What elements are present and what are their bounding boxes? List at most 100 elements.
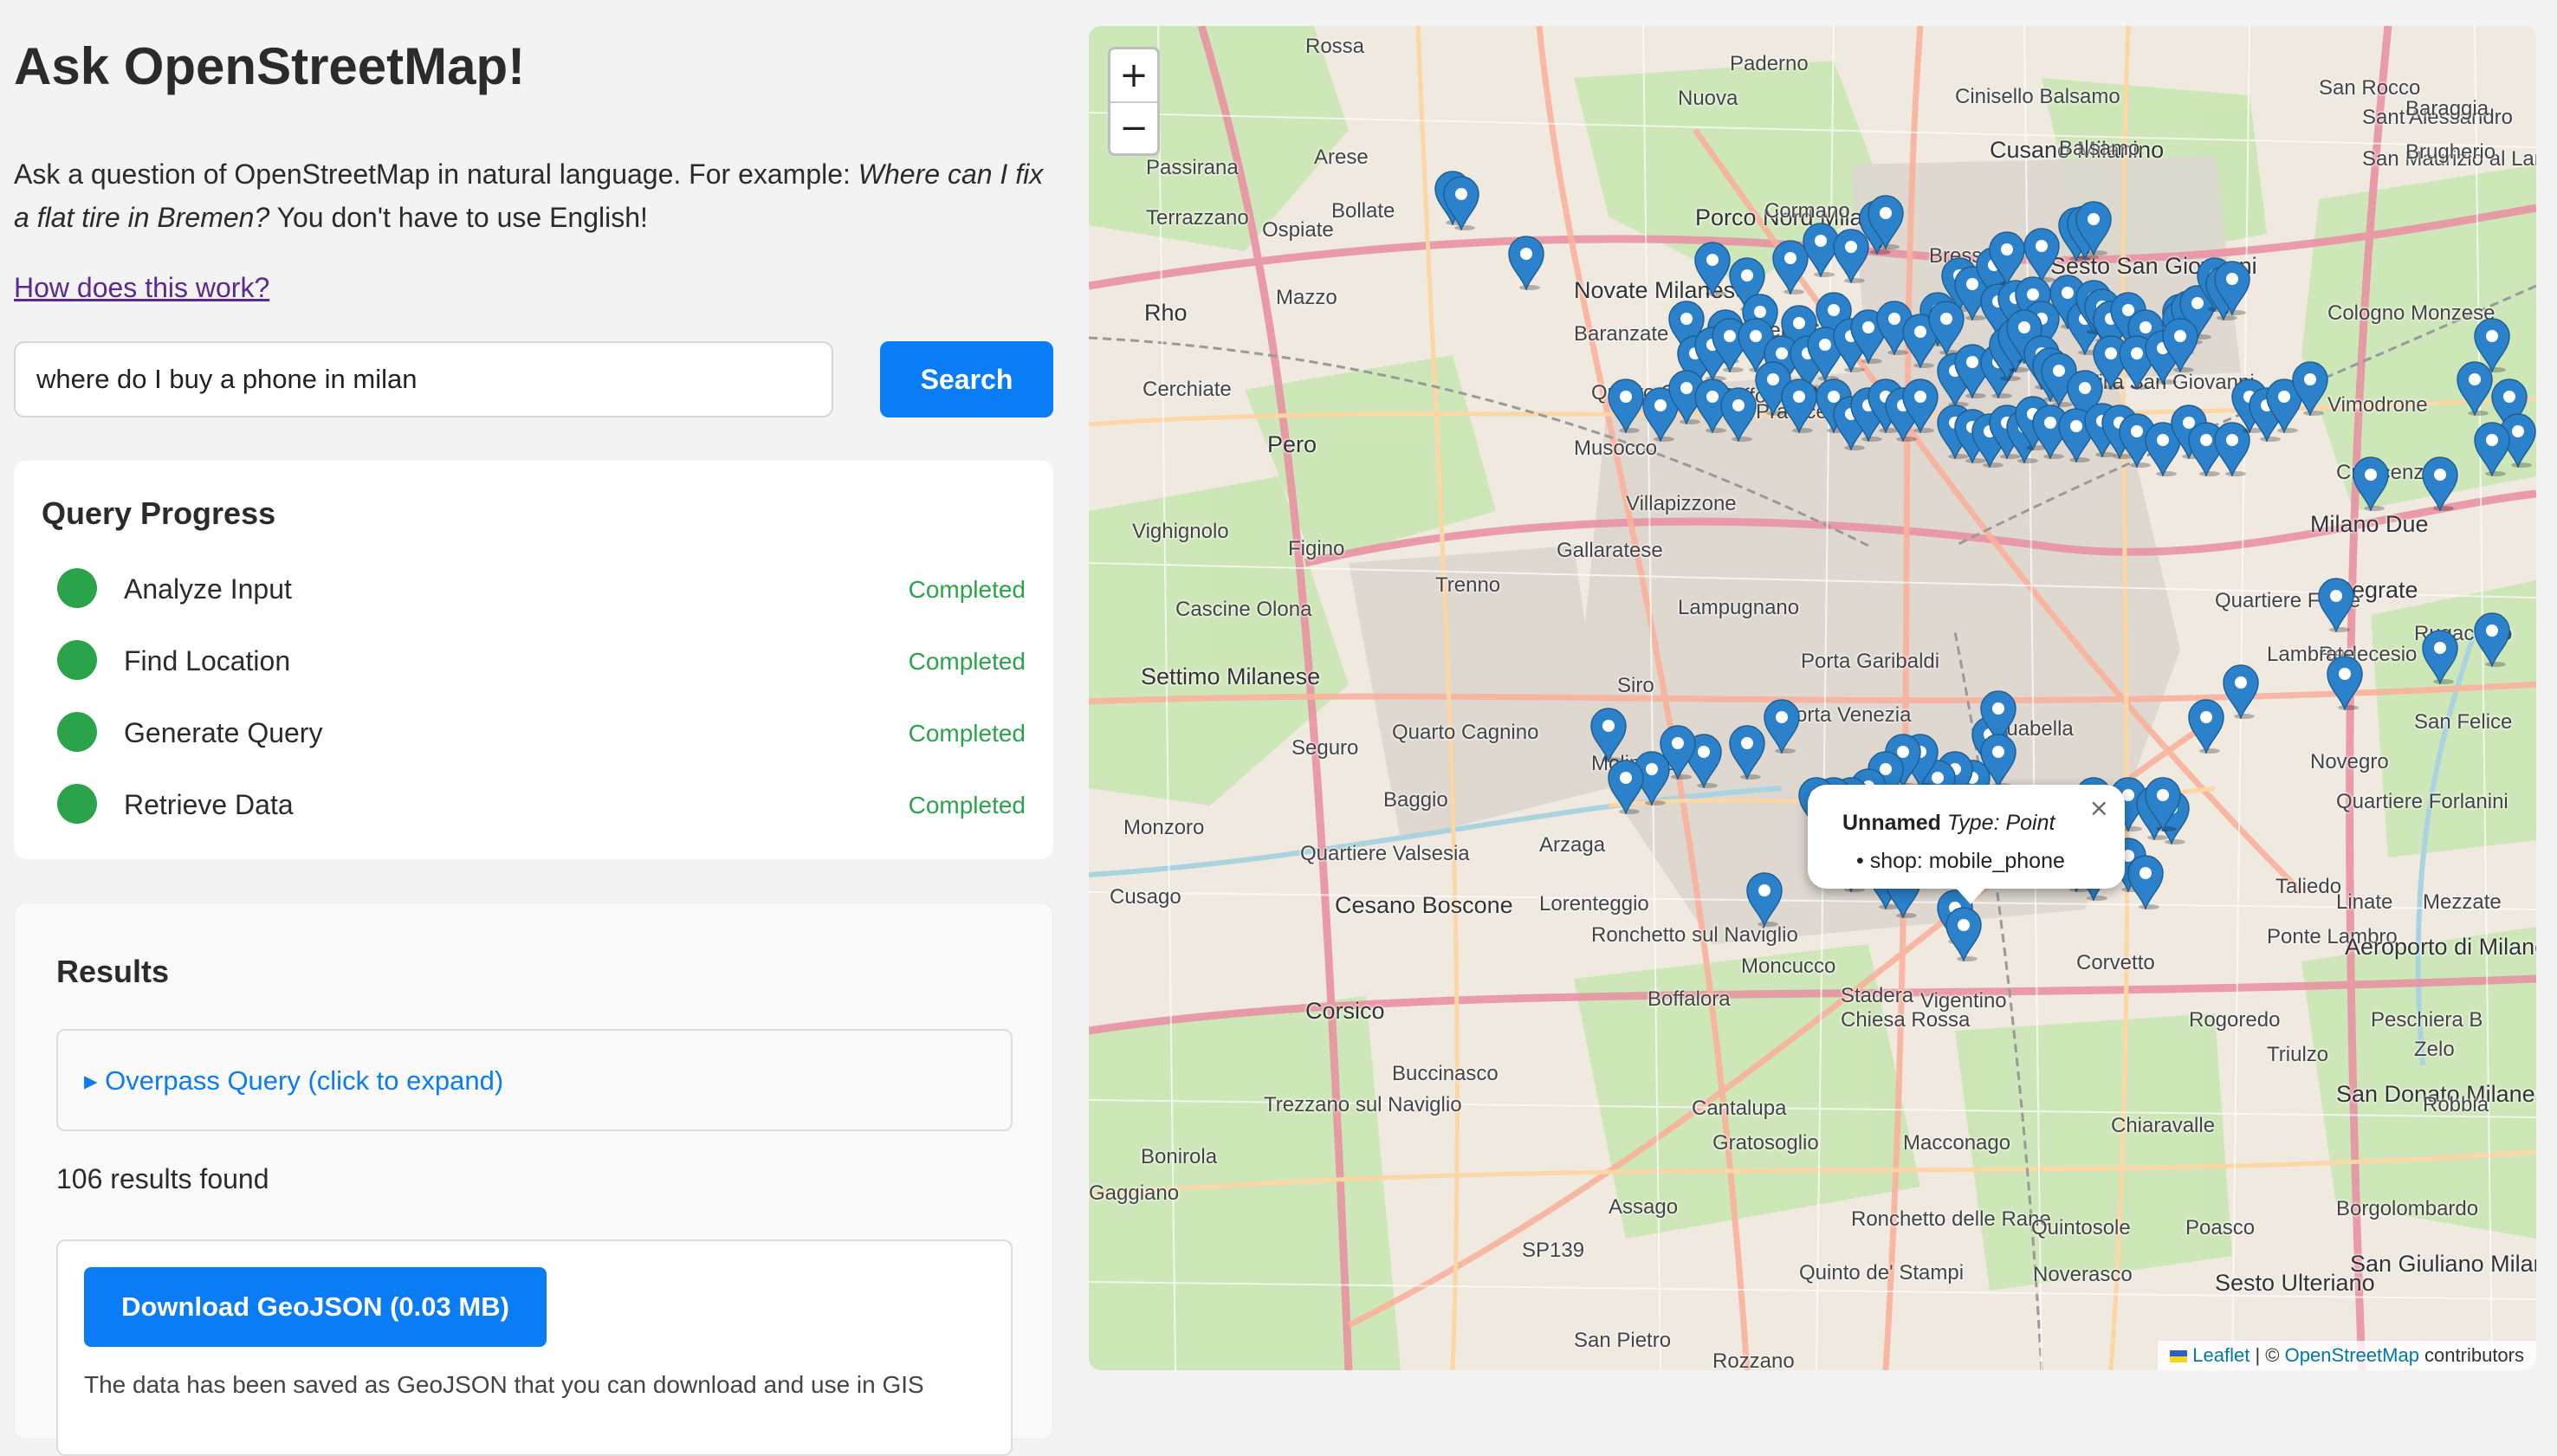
place-label: Figino bbox=[1288, 537, 1345, 560]
place-label: Bollate bbox=[1331, 199, 1395, 223]
place-label: Cormano bbox=[1764, 199, 1850, 223]
place-label: Noverasco bbox=[2033, 1263, 2133, 1286]
marker-popup: Unnamed Type: Point • shop: mobile_phone… bbox=[1808, 785, 2125, 889]
place-label: Taliedo bbox=[2275, 875, 2342, 898]
place-label: Gaggiano bbox=[1089, 1181, 1180, 1205]
step-status: Completed bbox=[908, 648, 1026, 675]
map-marker-icon[interactable] bbox=[1745, 871, 1784, 929]
map-marker-icon[interactable] bbox=[1506, 235, 1546, 292]
map-marker-icon[interactable] bbox=[2472, 612, 2512, 669]
map-marker-icon[interactable] bbox=[2074, 200, 2114, 257]
step-status: Completed bbox=[908, 576, 1026, 603]
search-input[interactable] bbox=[14, 341, 833, 417]
overpass-query-details[interactable]: ▸ Overpass Query (click to expand) bbox=[56, 1029, 1013, 1131]
osm-link[interactable]: OpenStreetMap bbox=[2285, 1344, 2419, 1366]
place-label: Buccinasco bbox=[1392, 1062, 1499, 1085]
map-marker-icon[interactable] bbox=[2290, 360, 2330, 417]
map-marker-icon[interactable] bbox=[1606, 759, 1646, 816]
status-dot bbox=[57, 640, 97, 680]
place-label: Porta Garibaldi bbox=[1801, 650, 1940, 673]
place-label: Aeroporto di Milano-Linate bbox=[2345, 934, 2536, 960]
place-label: Chiaravalle bbox=[2111, 1114, 2216, 1137]
place-label: Arese bbox=[1314, 146, 1369, 169]
place-label: Borgolombardo bbox=[2336, 1197, 2479, 1220]
place-label: Villapizzone bbox=[1626, 492, 1737, 515]
place-label: Ronchetto sul Naviglio bbox=[1591, 923, 1798, 947]
progress-step: Find Location Completed bbox=[57, 637, 1026, 685]
how-does-this-work-link[interactable]: How does this work? bbox=[14, 272, 269, 304]
result-count: 106 results found bbox=[56, 1163, 269, 1194]
place-label: Arzaga bbox=[1539, 833, 1606, 857]
map-marker-icon[interactable] bbox=[1866, 194, 1906, 251]
place-label: Lampugnano bbox=[1678, 596, 1800, 619]
step-label: Retrieve Data bbox=[124, 789, 294, 820]
place-label: Stadera bbox=[1841, 984, 1914, 1007]
place-label: Mezzate bbox=[2423, 890, 2502, 914]
search-button[interactable]: Search bbox=[880, 341, 1053, 417]
leaflet-link[interactable]: Leaflet bbox=[2192, 1344, 2250, 1366]
map-marker-icon[interactable] bbox=[2316, 577, 2356, 634]
map-marker-icon[interactable] bbox=[2420, 629, 2460, 686]
popup-close-icon[interactable]: × bbox=[2089, 793, 2109, 822]
place-label: Nuova bbox=[1678, 87, 1738, 110]
map-marker-icon[interactable] bbox=[2221, 663, 2261, 721]
place-label: Robbia bbox=[2423, 1093, 2489, 1116]
place-label: Vimodrone bbox=[2327, 393, 2428, 417]
map-marker-icon[interactable] bbox=[1589, 707, 1628, 764]
place-label: Corsico bbox=[1305, 998, 1385, 1024]
place-label: Cerchiate bbox=[1143, 378, 1232, 401]
map-marker-icon[interactable] bbox=[2126, 854, 2165, 911]
place-label: Ronchetto delle Rane bbox=[1851, 1207, 2051, 1231]
place-label: Cusago bbox=[1110, 885, 1181, 909]
map-marker-icon[interactable] bbox=[1441, 175, 1481, 232]
place-label: Quartiere Forlanini bbox=[2336, 790, 2508, 813]
map-marker-icon[interactable] bbox=[1762, 698, 1802, 755]
place-label: Baraggia bbox=[2405, 97, 2489, 120]
popup-title: Unnamed Type: Point bbox=[1842, 811, 2055, 836]
overpass-query-toggle[interactable]: ▸ Overpass Query (click to expand) bbox=[84, 1065, 503, 1097]
map-marker-icon[interactable] bbox=[2160, 317, 2200, 374]
map-marker-icon[interactable] bbox=[2351, 456, 2391, 513]
download-note: The data has been saved as GeoJSON that … bbox=[84, 1371, 924, 1398]
place-label: Quarto Cagnino bbox=[1392, 721, 1539, 744]
place-label: Linate bbox=[2336, 890, 2393, 914]
place-label: Zelo bbox=[2414, 1038, 2455, 1061]
place-label: Mazzo bbox=[1276, 286, 1337, 309]
place-label: Cesano Boscone bbox=[1335, 892, 1513, 918]
place-label: Triulzo bbox=[2267, 1043, 2329, 1066]
zoom-out-button[interactable]: − bbox=[1110, 102, 1157, 153]
place-label: San Giuliano Milanese bbox=[2350, 1251, 2536, 1277]
attribution-suffix: contributors bbox=[2418, 1344, 2524, 1366]
step-label: Generate Query bbox=[124, 717, 323, 748]
step-label: Find Location bbox=[124, 645, 291, 676]
place-label: Terrazzano bbox=[1146, 206, 1249, 230]
download-geojson-button[interactable]: Download GeoJSON (0.03 MB) bbox=[84, 1267, 547, 1347]
place-label: Moncucco bbox=[1741, 954, 1836, 978]
place-label: Rozzano bbox=[1712, 1349, 1795, 1370]
place-label: Peschiera B bbox=[2371, 1008, 2483, 1032]
zoom-in-button[interactable]: + bbox=[1110, 49, 1157, 103]
map-marker-icon[interactable] bbox=[2472, 421, 2512, 478]
place-label: Cinisello Balsamo bbox=[1955, 85, 2120, 108]
map-marker-icon[interactable] bbox=[1944, 906, 1984, 963]
intro-suffix: You don't have to use English! bbox=[269, 202, 648, 233]
map-marker-icon[interactable] bbox=[2143, 776, 2183, 833]
map-marker-icon[interactable] bbox=[1727, 724, 1767, 781]
place-label: Milano Due bbox=[2310, 511, 2429, 537]
map-marker-icon[interactable] bbox=[2420, 456, 2460, 513]
place-label: Settimo Milanese bbox=[1141, 663, 1321, 689]
place-label: Cantalupa bbox=[1692, 1097, 1787, 1120]
place-label: San Felice bbox=[2414, 710, 2513, 734]
place-label: SP139 bbox=[1522, 1239, 1585, 1262]
place-label: Gratosoglio bbox=[1712, 1131, 1819, 1155]
place-label: Trezzano sul Naviglio bbox=[1264, 1093, 1462, 1116]
place-label: Cascine Olona bbox=[1175, 598, 1312, 621]
map-marker-icon[interactable] bbox=[2325, 655, 2365, 712]
place-label: Poasco bbox=[2185, 1216, 2256, 1239]
place-label: Seguro bbox=[1291, 736, 1359, 760]
map-marker-icon[interactable] bbox=[2212, 260, 2252, 317]
map[interactable]: Rossa Paderno Cinisello Balsamo San Rocco Nu… bbox=[1089, 26, 2536, 1370]
place-label: Monzoro bbox=[1123, 816, 1205, 839]
place-label: Passirana bbox=[1146, 156, 1239, 179]
progress-title: Query Progress bbox=[42, 495, 276, 531]
